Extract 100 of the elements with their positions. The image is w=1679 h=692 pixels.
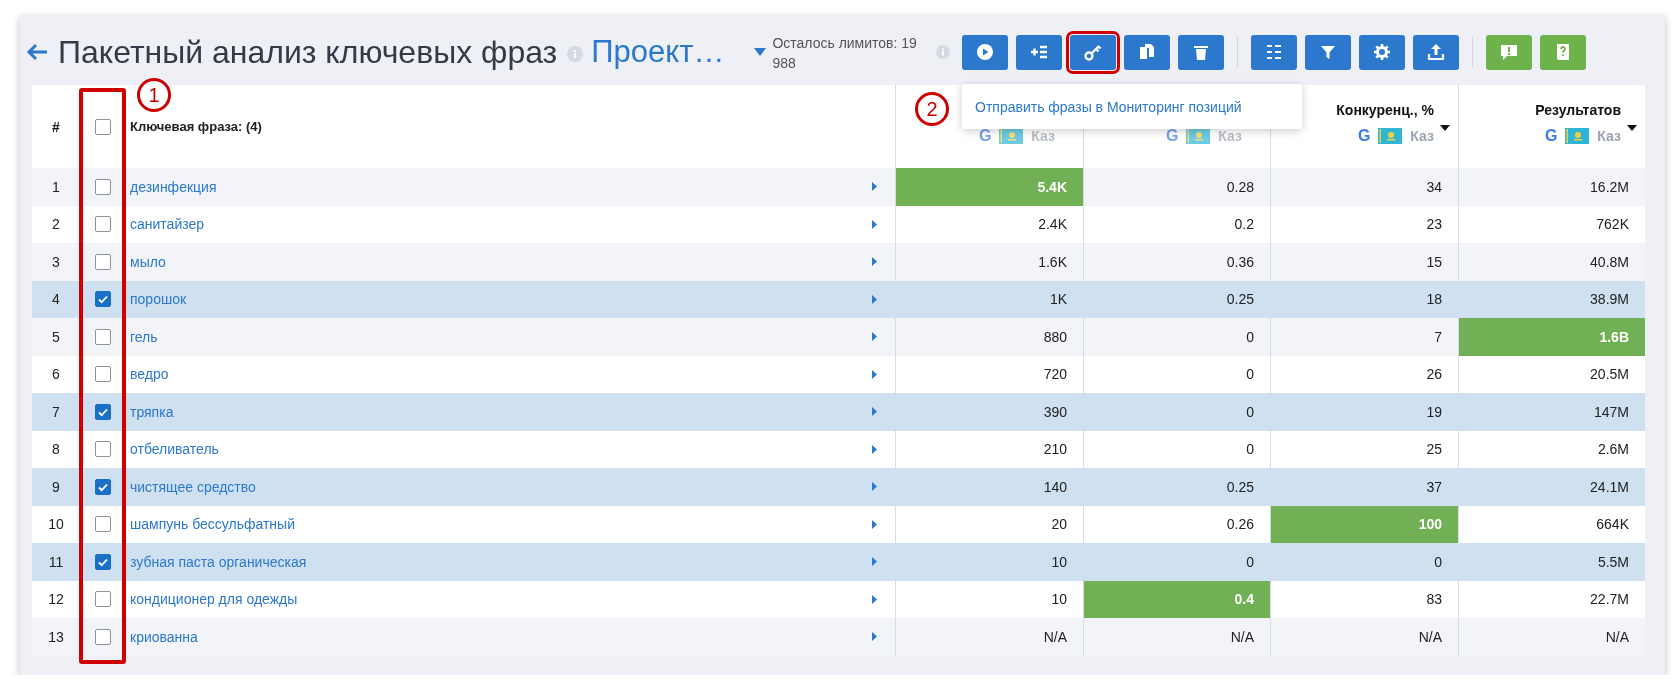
keyword-link[interactable]: тряпка	[130, 403, 174, 420]
table-cell: 1K	[895, 280, 1083, 318]
table-cell: 0.25	[1083, 280, 1270, 318]
expand-arrow-icon[interactable]	[872, 182, 877, 192]
expand-arrow-icon[interactable]	[872, 519, 877, 529]
table-cell: 24.1M	[1458, 468, 1645, 506]
copy-button[interactable]	[1124, 34, 1171, 70]
table-cell: 37	[1270, 468, 1458, 506]
table-cell: 40.8M	[1458, 243, 1645, 281]
expand-arrow-icon[interactable]	[872, 444, 877, 454]
keyword-link[interactable]: дезинфекция	[130, 178, 217, 195]
checkmark-icon	[96, 293, 109, 306]
table-cell: 0	[1083, 543, 1270, 581]
table-cell: 0.36	[1083, 243, 1270, 281]
table-cell: 7	[1270, 318, 1458, 356]
keyword-link[interactable]: порошок	[130, 291, 187, 308]
expand-arrow-icon[interactable]	[872, 294, 877, 304]
page-title: Пакетный анализ ключевых фраз	[58, 33, 558, 71]
search-engine-label: G	[1165, 127, 1179, 145]
export-button[interactable]	[1413, 34, 1460, 70]
keyword-link[interactable]: шампунь бессульфатный	[130, 516, 295, 533]
table-cell: N/A	[1083, 618, 1270, 656]
checkbox[interactable]	[94, 403, 111, 420]
flag-icon	[1565, 128, 1590, 144]
checkbox[interactable]	[94, 118, 111, 135]
row-number: 13	[32, 618, 80, 656]
keyword-link[interactable]: ведро	[130, 366, 169, 383]
table-cell: 0.4	[1083, 580, 1270, 618]
checkbox[interactable]	[94, 516, 111, 533]
caret-icon[interactable]	[754, 48, 767, 56]
column-title[interactable]: Конкуренц., %	[1336, 101, 1434, 119]
region-label: Каз	[1597, 128, 1621, 144]
checkbox[interactable]	[94, 216, 111, 233]
checkbox[interactable]	[94, 178, 111, 195]
expand-arrow-icon[interactable]	[872, 219, 877, 229]
add-button[interactable]	[1016, 34, 1063, 70]
checkbox[interactable]	[94, 628, 111, 645]
expand-arrow-icon[interactable]	[872, 594, 877, 604]
row-number: 5	[32, 318, 80, 356]
table-cell: 0.28	[1083, 168, 1270, 206]
table-cell: 16.2M	[1458, 168, 1645, 206]
checkbox[interactable]	[94, 553, 111, 570]
row-number: 4	[32, 280, 80, 318]
table-cell: 1.6B	[1458, 318, 1645, 356]
sort-caret-icon[interactable]	[1440, 125, 1450, 131]
keyword-link[interactable]: зубная паста органическая	[130, 553, 307, 570]
project-selector[interactable]: Проект…	[591, 34, 725, 70]
checkbox[interactable]	[94, 591, 111, 608]
columns-button[interactable]	[1251, 34, 1298, 70]
expand-arrow-icon[interactable]	[872, 482, 877, 492]
keyword-link[interactable]: мыло	[130, 253, 166, 270]
region-label: Каз	[1410, 128, 1434, 144]
table-cell: 147M	[1458, 393, 1645, 431]
search-engine-label: G	[1544, 127, 1558, 145]
delete-button[interactable]	[1178, 34, 1225, 70]
keyword-link[interactable]: кондиционер для одежды	[130, 591, 298, 608]
sort-caret-icon[interactable]	[1627, 125, 1637, 131]
expand-arrow-icon[interactable]	[872, 632, 877, 642]
table-cell: 140	[895, 468, 1083, 506]
column-title[interactable]: Результатов	[1535, 101, 1621, 119]
keyword-link[interactable]: санитайзер	[130, 216, 205, 233]
table-cell: 18	[1270, 280, 1458, 318]
back-arrow-icon[interactable]	[26, 43, 48, 61]
column-header[interactable]: Ключевая фраза: (4)	[130, 119, 262, 134]
checkbox[interactable]	[94, 253, 111, 270]
alert-icon	[1499, 42, 1520, 62]
key-icon	[1083, 42, 1104, 62]
search-engine-label: G	[1357, 127, 1371, 145]
expand-arrow-icon[interactable]	[872, 557, 877, 567]
expand-arrow-icon[interactable]	[872, 332, 877, 342]
keyword-link[interactable]: криованна	[130, 628, 198, 645]
expand-arrow-icon[interactable]	[872, 257, 877, 267]
settings-button[interactable]	[1359, 34, 1406, 70]
table-cell: 15	[1270, 243, 1458, 281]
run-button[interactable]	[962, 34, 1009, 70]
checkbox[interactable]	[94, 366, 111, 383]
keyword-link[interactable]: гель	[130, 328, 158, 345]
keyword-link[interactable]: отбеливатель	[130, 441, 219, 458]
checkbox[interactable]	[94, 328, 111, 345]
checkbox[interactable]	[94, 441, 111, 458]
table-cell: 5.4K	[895, 168, 1083, 206]
row-number: 9	[32, 468, 80, 506]
step-marker: 1	[137, 78, 171, 112]
table-cell: 1.6K	[895, 243, 1083, 281]
filter-button[interactable]	[1305, 34, 1352, 70]
column-header: #	[52, 117, 60, 136]
keyword-link[interactable]: чистящее средство	[130, 478, 256, 495]
help-button[interactable]	[1540, 34, 1587, 70]
play-icon	[975, 42, 996, 62]
table-cell: N/A	[1270, 618, 1458, 656]
checkbox[interactable]	[94, 291, 111, 308]
expand-arrow-icon[interactable]	[872, 369, 877, 379]
checkbox[interactable]	[94, 478, 111, 495]
region-label: Каз	[1218, 128, 1242, 144]
limits-remaining: Осталось лимитов: 19 988	[772, 34, 918, 73]
expand-arrow-icon[interactable]	[872, 407, 877, 417]
table-cell: 0	[1270, 543, 1458, 581]
row-number: 1	[32, 168, 80, 206]
feedback-button[interactable]	[1486, 34, 1533, 70]
menu-item[interactable]: Отправить фразы в Мониторинг позиций	[975, 98, 1242, 115]
